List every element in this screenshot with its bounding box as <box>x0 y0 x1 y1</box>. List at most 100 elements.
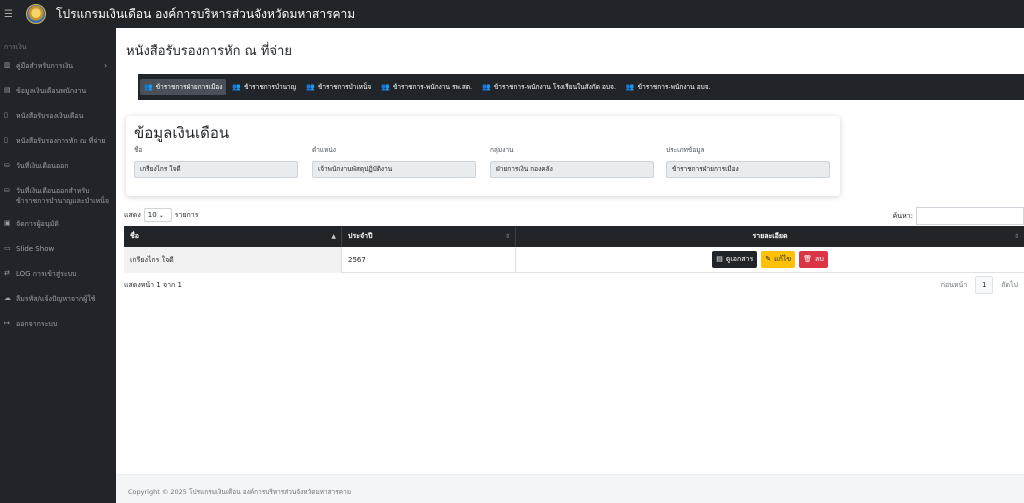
sidebar-item-label: วันที่เงินเดือนออก <box>16 162 69 170</box>
exchange-icon: ⇄ <box>4 269 10 277</box>
users-icon: 👥 <box>306 83 315 91</box>
sidebar-item-payday[interactable]: ⛀ วันที่เงินเดือนออก <box>0 161 116 186</box>
tab-label: ข้าราชการบำนาญ <box>244 83 297 91</box>
previous-page-button[interactable]: ก่อนหน้า <box>941 280 968 291</box>
top-navbar: ☰ โปรแกรมเงินเดือน องค์การบริหารส่วนจังห… <box>0 0 1024 28</box>
column-header-year[interactable]: ประจำปี ⇕ <box>342 226 516 247</box>
cloud-icon: ☁ <box>4 294 11 302</box>
users-icon: 👥 <box>482 83 491 91</box>
sidebar: การเงิน ▥ คู่มือสำหรับการเงิน › ▤ ข้อมูล… <box>0 28 116 503</box>
tab-label: ข้าราชการฝ่ายการเมือง <box>155 83 223 91</box>
tab-label: ข้าราชการ-พนักงาน โรงเรียนในสังกัด อบจ. <box>493 83 616 91</box>
user-check-icon: ▣ <box>4 219 11 227</box>
tab-label: ข้าราชการ-พนักงาน รพ.สต. <box>392 83 473 91</box>
next-page-button[interactable]: ถัดไป <box>1001 280 1018 291</box>
sidebar-item-pension-payday[interactable]: ⛀ วันที่เงินเดือนออกสำหรับข้าราชการบำนาญ… <box>0 186 116 219</box>
certificate-table: ชื่อ ▲ ประจำปี ⇕ รายละเอียด ⇕ เกรียงไกร … <box>124 226 1024 273</box>
calendar-icon: ⛀ <box>4 161 10 169</box>
column-label: ประจำปี <box>348 232 373 240</box>
column-label: ชื่อ <box>130 232 139 240</box>
cell-name: เกรียงไกร ใจดี <box>124 246 342 273</box>
sidebar-item-label: ลืมรหัส/แจ้งปัญหาจากผู้ใช้ <box>16 295 96 303</box>
card-title: ข้อมูลเงินเดือน <box>134 124 230 142</box>
organization-seal-icon[interactable] <box>26 4 46 24</box>
field-label: ชื่อ <box>134 146 143 154</box>
users-icon: 👥 <box>232 83 242 91</box>
main-content: หนังสือรับรองการหัก ณ ที่จ่าย 👥 ข้าราชกา… <box>116 28 1024 503</box>
tab-label: ข้าราชการ-พนักงาน อบจ. <box>637 83 711 91</box>
page-length-control: แสดง 10 ⌄ รายการ <box>124 208 198 222</box>
delete-button[interactable]: 🗑 ลบ <box>799 251 828 268</box>
tab-political-officials[interactable]: 👥 ข้าราชการฝ่ายการเมือง <box>140 79 227 95</box>
edit-icon: ✎ <box>765 255 772 263</box>
users-icon: 👥 <box>625 83 635 91</box>
footer: Copyright © 2025 โปรแกรมเงินเดือน องค์กา… <box>116 474 1024 503</box>
field-label: ตำแหน่ง <box>312 146 336 154</box>
name-field[interactable]: เกรียงไกร ใจดี <box>134 161 298 178</box>
column-label: รายละเอียด <box>752 232 788 240</box>
field-name: ชื่อ เกรียงไกร ใจดี <box>134 145 298 178</box>
field-position: ตำแหน่ง เจ้าพนักงานพัสดุปฏิบัติงาน <box>312 145 476 178</box>
page-title: หนังสือรับรองการหัก ณ ที่จ่าย <box>126 44 292 59</box>
sidebar-item-forgot-password[interactable]: ☁ ลืมรหัส/แจ้งปัญหาจากผู้ใช้ <box>0 294 116 319</box>
sidebar-item-label: หนังสือรับรองเงินเดือน <box>16 112 84 120</box>
sidebar-item-label: ข้อมูลเงินเดือนพนักงาน <box>16 87 87 95</box>
page-length-select[interactable]: 10 ⌄ <box>143 208 172 222</box>
sidebar-item-label: Slide Show <box>16 245 55 253</box>
edit-button[interactable]: ✎ แก้ไข <box>761 251 796 268</box>
tab-school-staff[interactable]: 👥 ข้าราชการ-พนักงาน โรงเรียนในสังกัด อบจ… <box>478 79 620 95</box>
sidebar-item-login-log[interactable]: ⇄ LOG การเข้าสู่ระบบ <box>0 269 116 294</box>
table-info: แสดงหน้า 1 จาก 1 <box>124 281 182 289</box>
sort-icon: ⇕ <box>504 233 510 240</box>
users-icon: 👥 <box>144 83 153 91</box>
sidebar-item-label: จัดการผู้อนุมัติ <box>16 220 59 228</box>
page-1-button[interactable]: 1 <box>975 276 994 294</box>
cell-year: 2567 <box>342 246 516 273</box>
show-suffix: รายการ <box>174 210 199 219</box>
chevron-right-icon: › <box>104 61 108 70</box>
page-length-value: 10 <box>147 211 157 219</box>
sidebar-item-label: วันที่เงินเดือนออกสำหรับข้าราชการบำนาญแล… <box>16 187 109 205</box>
search-label: ค้นหา: <box>892 211 913 220</box>
monitor-icon: ▭ <box>4 244 11 252</box>
sidebar-item-approvers[interactable]: ▣ จัดการผู้อนุมัติ <box>0 219 116 244</box>
sidebar-item-withholding-certificate[interactable]: ▯ หนังสือรับรองการหัก ณ ที่จ่าย <box>0 136 116 161</box>
data-type-field[interactable]: ข้าราชการฝ่ายการเมือง <box>666 161 830 178</box>
column-header-name[interactable]: ชื่อ ▲ <box>124 226 342 247</box>
app-title[interactable]: โปรแกรมเงินเดือน องค์การบริหารส่วนจังหวั… <box>56 5 355 24</box>
button-label: ลบ <box>815 255 824 263</box>
table-search: ค้นหา: <box>893 207 1024 225</box>
logout-icon: ↦ <box>4 319 10 327</box>
division-field[interactable]: ฝ่ายการเงิน กองคลัง <box>490 161 654 178</box>
tab-health-center-staff[interactable]: 👥 ข้าราชการ-พนักงาน รพ.สต. <box>377 79 476 95</box>
sidebar-item-logout[interactable]: ↦ ออกจากระบบ <box>0 319 116 344</box>
document-icon: ▯ <box>4 111 8 119</box>
sidebar-item-label: LOG การเข้าสู่ระบบ <box>16 270 77 278</box>
field-data-type: ประเภทข้อมูล ข้าราชการฝ่ายการเมือง <box>666 145 830 178</box>
users-icon: 👥 <box>381 83 390 91</box>
show-prefix: แสดง <box>124 210 141 219</box>
sort-asc-icon: ▲ <box>331 233 336 240</box>
sidebar-item-manual[interactable]: ▥ คู่มือสำหรับการเงิน › <box>0 61 116 86</box>
tab-gratuity[interactable]: 👥 ข้าราชการบำเหน็จ <box>302 79 375 95</box>
sidebar-item-employee-salary[interactable]: ▤ ข้อมูลเงินเดือนพนักงาน <box>0 86 116 111</box>
sidebar-item-label: ออกจากระบบ <box>16 320 58 328</box>
column-header-details[interactable]: รายละเอียด ⇕ <box>516 226 1024 247</box>
file-icon: ▤ <box>716 255 723 263</box>
tab-pension[interactable]: 👥 ข้าราชการบำนาญ <box>228 79 300 95</box>
field-label: กลุ่มงาน <box>490 146 514 154</box>
category-tabs: 👥 ข้าราชการฝ่ายการเมือง 👥 ข้าราชการบำนาญ… <box>138 74 1024 100</box>
view-document-button[interactable]: ▤ ดูเอกสาร <box>712 251 758 268</box>
tab-pao-staff[interactable]: 👥 ข้าราชการ-พนักงาน อบจ. <box>622 79 715 95</box>
sidebar-item-slideshow[interactable]: ▭ Slide Show <box>0 244 116 269</box>
id-card-icon: ▤ <box>4 86 11 94</box>
sidebar-item-label: หนังสือรับรองการหัก ณ ที่จ่าย <box>16 137 106 145</box>
sidebar-item-salary-certificate[interactable]: ▯ หนังสือรับรองเงินเดือน <box>0 111 116 136</box>
cell-actions: ▤ ดูเอกสาร ✎ แก้ไข 🗑 ลบ <box>516 247 1024 273</box>
calendar-icon: ⛀ <box>4 186 10 194</box>
search-input[interactable] <box>916 207 1024 225</box>
position-field[interactable]: เจ้าพนักงานพัสดุปฏิบัติงาน <box>312 161 476 178</box>
hamburger-icon[interactable]: ☰ <box>4 9 18 20</box>
field-label: ประเภทข้อมูล <box>666 146 705 154</box>
document-icon: ▯ <box>4 136 8 144</box>
